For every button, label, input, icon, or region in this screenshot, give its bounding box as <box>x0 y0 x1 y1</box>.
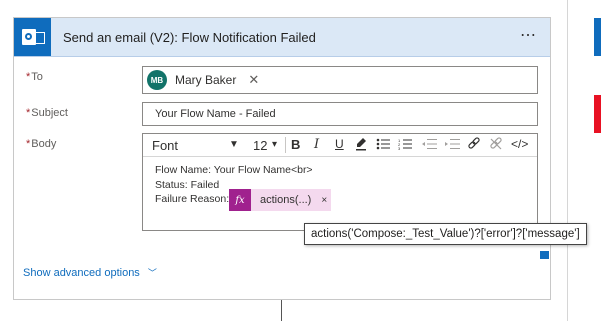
numbered-list-icon[interactable]: 123 <box>398 137 412 154</box>
bold-button[interactable]: B <box>291 137 300 152</box>
rich-text-toolbar: Font ▼ 12 ▾ B I U 123 </> <box>143 134 537 157</box>
show-advanced-label: Show advanced options <box>23 267 140 279</box>
underline-button[interactable]: U <box>335 137 344 151</box>
to-label-text: To <box>31 71 43 83</box>
avatar: MB <box>147 70 167 90</box>
chevron-down-icon[interactable]: ▼ <box>229 139 239 150</box>
remove-token-icon[interactable]: × <box>321 195 327 206</box>
subject-label: *Subject <box>26 107 68 119</box>
flow-connector <box>281 300 282 321</box>
show-advanced-options-link[interactable]: Show advanced options ﹀ <box>23 266 157 279</box>
bullet-list-icon[interactable] <box>376 137 390 154</box>
panel-divider <box>567 0 568 321</box>
italic-button[interactable]: I <box>314 137 319 152</box>
expression-token[interactable]: fx actions(...) × <box>229 189 331 211</box>
error-action-card-edge[interactable] <box>594 95 601 133</box>
body-editor[interactable]: Font ▼ 12 ▾ B I U 123 </> Flow Name: You… <box>142 133 538 231</box>
expression-icon: fx <box>229 189 251 211</box>
outlook-icon <box>14 18 51 56</box>
body-label-text: Body <box>31 138 57 150</box>
recipient-name: Mary Baker <box>175 73 237 87</box>
svg-text:3: 3 <box>398 146 401 151</box>
remove-recipient-icon[interactable]: ✕ <box>248 72 259 88</box>
action-title[interactable]: Send an email (V2): Flow Notification Fa… <box>63 30 316 45</box>
chevron-down-icon[interactable]: ▾ <box>272 139 277 150</box>
body-label: *Body <box>26 138 56 150</box>
highlight-icon[interactable] <box>355 137 367 154</box>
recipient-chip[interactable]: MB Mary Baker ✕ <box>147 70 259 90</box>
chevron-down-icon: ﹀ <box>147 268 157 278</box>
toolbar-divider <box>285 137 286 153</box>
link-icon[interactable] <box>467 137 481 154</box>
to-label: *To <box>26 71 43 83</box>
next-action-card-edge[interactable] <box>594 18 601 56</box>
subject-label-text: Subject <box>31 107 68 119</box>
to-field[interactable]: MB Mary Baker ✕ <box>142 66 538 94</box>
expression-token-text: actions(...) <box>260 194 312 206</box>
font-family-dropdown[interactable]: Font <box>152 138 178 153</box>
unlink-icon[interactable] <box>489 137 503 154</box>
body-line: Flow Name: Your Flow Name<br> <box>155 164 313 176</box>
expression-tooltip: actions('Compose:_Test_Value')?['error']… <box>304 223 587 245</box>
subject-input[interactable]: Your Flow Name - Failed <box>142 102 538 126</box>
required-mark: * <box>26 71 31 83</box>
more-options-icon[interactable]: ⋯ <box>520 25 538 45</box>
required-mark: * <box>26 107 31 119</box>
font-size-dropdown[interactable]: 12 <box>253 138 267 153</box>
send-email-action-card: Send an email (V2): Flow Notification Fa… <box>13 17 551 300</box>
resize-handle <box>540 251 549 259</box>
subject-value: Your Flow Name - Failed <box>155 108 276 120</box>
code-view-icon[interactable]: </> <box>511 137 528 151</box>
action-header[interactable]: Send an email (V2): Flow Notification Fa… <box>14 18 550 57</box>
required-mark: * <box>26 138 31 150</box>
outdent-icon[interactable] <box>421 137 437 154</box>
indent-icon[interactable] <box>444 137 460 154</box>
